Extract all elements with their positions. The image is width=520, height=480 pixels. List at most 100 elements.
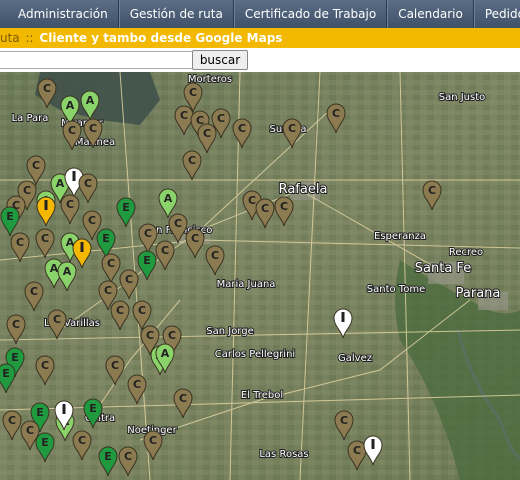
marker-letter: C bbox=[188, 154, 196, 167]
marker-letter: C bbox=[138, 304, 146, 317]
city-label: Carlos Pellegrini bbox=[215, 349, 295, 360]
marker-letter: C bbox=[124, 450, 132, 463]
breadcrumb-parent[interactable]: uta bbox=[0, 31, 20, 45]
city-label: Santo Tome bbox=[367, 284, 425, 295]
marker-letter: C bbox=[32, 159, 40, 172]
city-label: Maria Juana bbox=[217, 279, 276, 290]
city-label: San Jorge bbox=[206, 326, 254, 337]
nav-item-4[interactable]: Pedidos bbox=[473, 0, 520, 28]
marker-letter: C bbox=[88, 214, 96, 227]
marker-letter: C bbox=[149, 434, 157, 447]
marker-letter: C bbox=[66, 198, 74, 211]
marker-letter: E bbox=[36, 406, 44, 419]
marker-letter: C bbox=[179, 392, 187, 405]
marker-dot-icon bbox=[80, 242, 84, 252]
marker-letter: C bbox=[53, 313, 61, 326]
marker-letter: C bbox=[68, 124, 76, 137]
city-label: Las Rosas bbox=[259, 449, 308, 460]
search-input[interactable] bbox=[0, 51, 193, 69]
marker-letter: E bbox=[11, 351, 19, 364]
city-label: Parana bbox=[456, 286, 501, 301]
nav-item-1[interactable]: Gestión de ruta bbox=[118, 0, 234, 28]
marker-letter: C bbox=[26, 424, 34, 437]
marker-letter: C bbox=[146, 329, 154, 342]
city-label: El Trebol bbox=[241, 390, 283, 401]
marker-letter: C bbox=[428, 184, 436, 197]
marker-letter: C bbox=[12, 318, 20, 331]
breadcrumb-separator: :: bbox=[25, 31, 34, 45]
marker-dot-icon bbox=[44, 200, 48, 210]
city-label: La Para bbox=[12, 113, 49, 124]
city-label: Santa Fe bbox=[415, 261, 471, 276]
marker-letter: C bbox=[217, 112, 225, 125]
city-label: Galvez bbox=[338, 353, 372, 364]
marker-letter: C bbox=[340, 414, 348, 427]
search-row: buscar bbox=[0, 48, 520, 72]
top-navigation: Administración Gestión de ruta Certificado… bbox=[0, 0, 520, 28]
marker-dot-icon bbox=[72, 171, 76, 181]
marker-letter: A bbox=[161, 347, 170, 360]
marker-letter: A bbox=[63, 265, 72, 278]
marker-letter: C bbox=[84, 177, 92, 190]
marker-letter: C bbox=[174, 217, 182, 230]
marker-letter: E bbox=[41, 436, 49, 449]
marker-letter: A bbox=[56, 177, 65, 190]
marker-letter: C bbox=[30, 285, 38, 298]
nav-item-3[interactable]: Calendario bbox=[387, 0, 474, 28]
marker-dot-icon bbox=[62, 404, 66, 414]
city-label: Recreo bbox=[449, 247, 483, 258]
marker-letter: E bbox=[122, 201, 130, 214]
map-canvas[interactable]: MorterosMiramarMarineaLa ParaSunchaSan J… bbox=[0, 72, 520, 480]
marker-letter: C bbox=[211, 249, 219, 262]
breadcrumb: uta :: Cliente y tambo desde Google Maps bbox=[0, 28, 520, 48]
marker-letter: C bbox=[43, 82, 51, 95]
marker-letter: C bbox=[332, 107, 340, 120]
marker-letter: C bbox=[89, 122, 97, 135]
marker-letter: C bbox=[23, 184, 31, 197]
city-label: Esperanza bbox=[374, 231, 426, 242]
marker-letter: C bbox=[16, 236, 24, 249]
marker-letter: C bbox=[104, 284, 112, 297]
city-label: Rafaela bbox=[279, 182, 328, 197]
marker-letter: C bbox=[203, 127, 211, 140]
marker-letter: A bbox=[164, 192, 173, 205]
marker-letter: C bbox=[353, 444, 361, 457]
marker-letter: E bbox=[89, 402, 97, 415]
marker-letter: E bbox=[2, 367, 10, 380]
marker-letter: C bbox=[161, 244, 169, 257]
marker-letter: E bbox=[143, 254, 151, 267]
marker-letter: C bbox=[248, 194, 256, 207]
city-label: San Justo bbox=[439, 92, 486, 103]
marker-letter: C bbox=[288, 122, 296, 135]
marker-letter: C bbox=[261, 202, 269, 215]
marker-dot-icon bbox=[341, 312, 345, 322]
marker-letter: C bbox=[8, 414, 16, 427]
marker-letter: C bbox=[180, 109, 188, 122]
marker-letter: C bbox=[191, 232, 199, 245]
marker-letter: E bbox=[104, 450, 112, 463]
nav-item-0[interactable]: Administración bbox=[0, 0, 119, 28]
marker-letter: C bbox=[238, 122, 246, 135]
marker-letter: C bbox=[280, 200, 288, 213]
marker-letter: C bbox=[41, 232, 49, 245]
marker-letter: C bbox=[144, 227, 152, 240]
marker-letter: A bbox=[66, 99, 75, 112]
marker-letter: C bbox=[168, 329, 176, 342]
google-map[interactable]: MorterosMiramarMarineaLa ParaSunchaSan J… bbox=[0, 72, 520, 480]
marker-letter: C bbox=[78, 434, 86, 447]
page-title: Cliente y tambo desde Google Maps bbox=[39, 31, 283, 45]
marker-letter: C bbox=[111, 359, 119, 372]
nav-item-2[interactable]: Certificado de Trabajo bbox=[233, 0, 388, 28]
marker-letter: C bbox=[116, 304, 124, 317]
marker-dot-icon bbox=[371, 439, 375, 449]
marker-letter: E bbox=[6, 210, 14, 223]
search-button[interactable]: buscar bbox=[192, 50, 248, 70]
marker-letter: C bbox=[189, 86, 197, 99]
marker-letter: C bbox=[107, 257, 115, 270]
marker-letter: C bbox=[41, 359, 49, 372]
marker-letter: E bbox=[102, 232, 110, 245]
marker-letter: A bbox=[86, 94, 95, 107]
marker-letter: A bbox=[50, 262, 59, 275]
marker-letter: C bbox=[133, 378, 141, 391]
marker-letter: C bbox=[125, 273, 133, 286]
